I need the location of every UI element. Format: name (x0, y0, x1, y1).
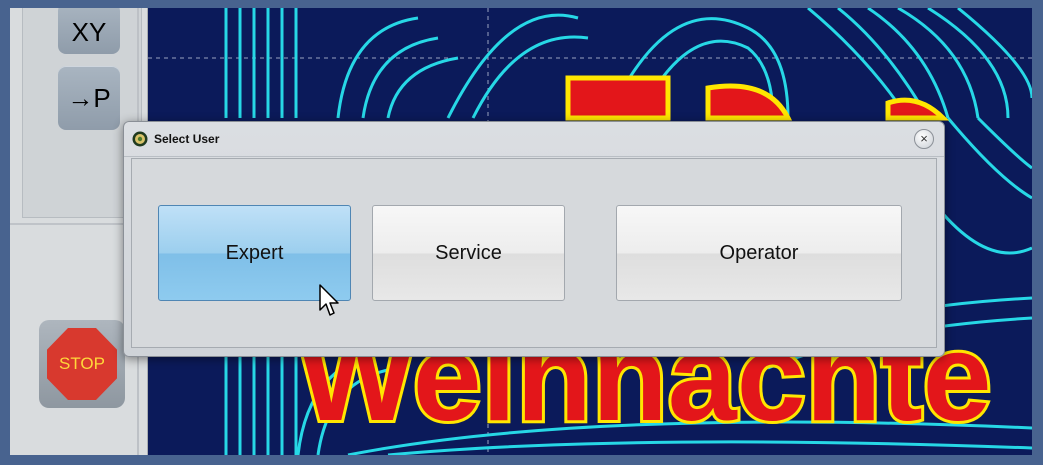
select-user-dialog: Select User × Expert Service Operator (123, 121, 945, 357)
operator-button[interactable]: Operator (616, 205, 902, 301)
dialog-titlebar[interactable]: Select User × (124, 122, 944, 157)
move-to-p-button[interactable]: →P (58, 66, 120, 130)
close-icon[interactable]: × (914, 129, 934, 149)
dialog-title: Select User (154, 132, 220, 146)
dialog-content: Expert Service Operator (131, 158, 937, 348)
settings-gear-icon (132, 131, 148, 147)
service-button[interactable]: Service (372, 205, 565, 301)
workspace: XY →P STOP Weihnachte Select User × Expe… (10, 8, 1032, 455)
mouse-cursor-icon (319, 284, 339, 316)
stop-button-frame[interactable]: STOP (39, 320, 125, 408)
window-frame: XY →P STOP Weihnachte Select User × Expe… (0, 0, 1043, 465)
stop-button[interactable]: STOP (47, 328, 117, 400)
xy-button[interactable]: XY (58, 8, 120, 54)
